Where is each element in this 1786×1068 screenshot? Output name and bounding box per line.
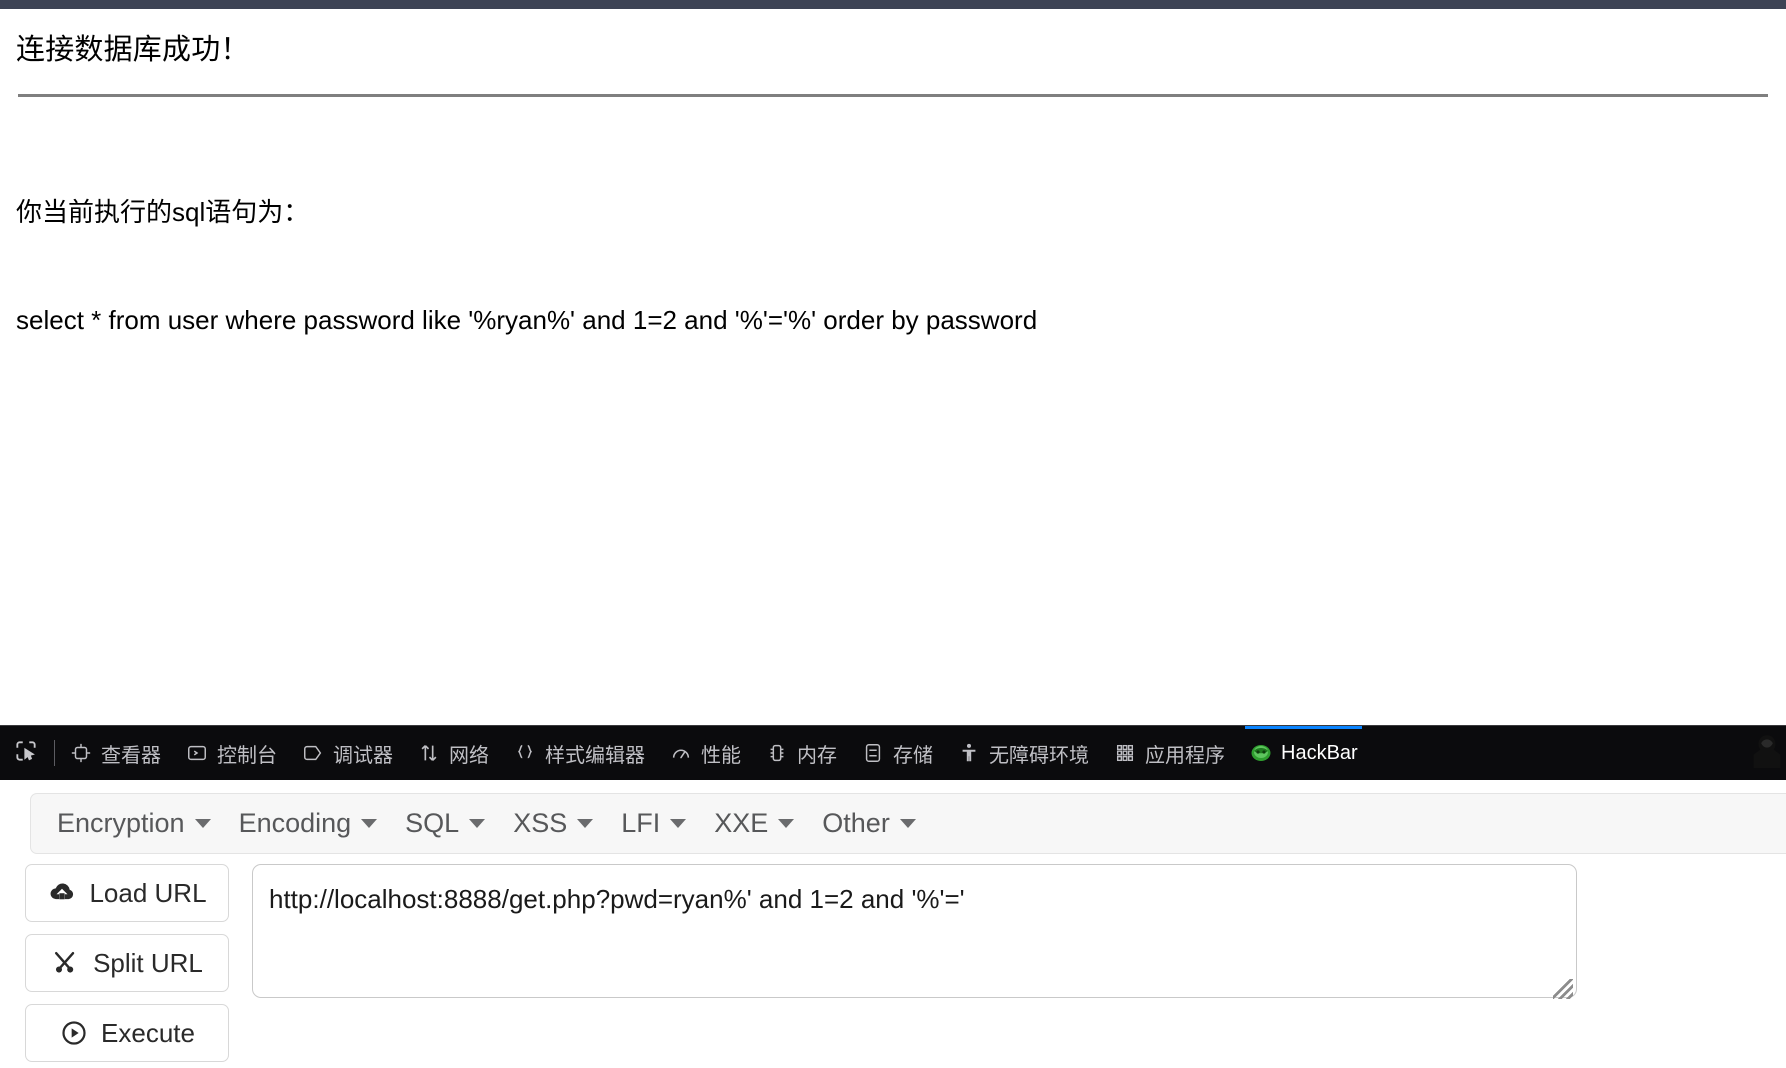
devtools-tab-debugger[interactable]: 调试器 [289,726,405,780]
devtools-tab-performance[interactable]: 性能 [657,726,753,780]
network-icon [417,741,441,765]
application-icon [1113,741,1137,765]
chevron-down-icon [361,819,378,828]
console-icon [185,741,209,765]
accessibility-icon [957,741,981,765]
hackbar-menu-label: XSS [513,808,568,838]
hackbar-menu-label: LFI [621,808,661,838]
hackbar-logo-icon [1249,741,1273,765]
devtools-tab-network[interactable]: 网络 [405,726,501,780]
devtools-tab-label: HackBar [1281,741,1358,764]
chevron-down-icon [899,819,916,828]
element-picker-icon [13,738,39,769]
debugger-icon [301,741,325,765]
inspector-icon [69,741,93,765]
hackbar-menu-xss[interactable]: XSS [501,802,605,845]
devtools-tab-memory[interactable]: 内存 [753,726,849,780]
chevron-down-icon [469,819,486,828]
play-circle-icon [59,1018,89,1048]
devtools-tab-list: 查看器 控制台 调试器 网络 样式编辑器 性能 内存 存储 无障碍环境 应用程序… [57,726,1752,780]
scissors-icon [51,948,81,978]
devtools-tab-label: 无障碍环境 [989,744,1089,767]
hacker-hoodie-icon[interactable] [1752,734,1782,773]
hackbar-menu-label: Encryption [57,808,185,838]
execute-button[interactable]: Execute [25,1004,229,1062]
toolbar-separator [54,740,55,766]
devtools-tab-label: 查看器 [101,744,161,767]
devtools-tab-label: 网络 [449,744,489,767]
hackbar-button-label: Execute [101,1017,195,1048]
devtools-tab-accessibility[interactable]: 无障碍环境 [945,726,1101,780]
hackbar-body: Load URL Split URL Execute http://localh… [0,864,1786,1062]
devtools-right-actions [1752,726,1786,780]
memory-icon [765,741,789,765]
devtools-tab-label: 性能 [701,744,741,767]
chevron-down-icon [778,819,795,828]
hackbar-menu-label: Encoding [238,808,352,838]
element-picker-button[interactable] [0,726,52,780]
page-content: 连接数据库成功！ 你当前执行的sql语句为： select * from use… [0,9,1786,725]
url-input[interactable] [252,864,1577,998]
devtools-toolbar: 查看器 控制台 调试器 网络 样式编辑器 性能 内存 存储 无障碍环境 应用程序… [0,725,1786,780]
devtools-tab-storage[interactable]: 存储 [849,726,945,780]
hackbar-button-label: Load URL [89,877,207,908]
devtools-tab-label: 内存 [797,744,837,767]
cloud-download-icon [47,878,77,908]
devtools-tab-label: 调试器 [333,744,393,767]
chevron-down-icon [670,819,687,828]
hackbar-menu-other[interactable]: Other [810,802,928,845]
devtools-tab-hackbar[interactable]: HackBar [1237,726,1370,780]
hackbar-menu-sql[interactable]: SQL [393,802,497,845]
browser-chrome-strip [0,0,1786,9]
devtools-tab-label: 应用程序 [1145,744,1225,767]
hackbar-menu-encryption[interactable]: Encryption [45,802,223,845]
devtools-tab-label: 存储 [893,744,933,767]
hackbar-menu-encoding[interactable]: Encoding [227,802,390,845]
sql-output-block: 你当前执行的sql语句为： select * from user where p… [16,123,1770,410]
hackbar-menu-xxe[interactable]: XXE [702,802,806,845]
split-url-button[interactable]: Split URL [25,934,229,992]
hackbar-panel: Encryption Encoding SQL XSS LFI XXE Othe… [0,780,1786,1068]
devtools-tab-inspector[interactable]: 查看器 [57,726,173,780]
load-url-button[interactable]: Load URL [25,864,229,922]
hackbar-menu-label: XXE [714,808,769,838]
devtools-tab-console[interactable]: 控制台 [173,726,289,780]
hackbar-menubar: Encryption Encoding SQL XSS LFI XXE Othe… [30,793,1786,854]
hackbar-menu-label: Other [822,808,890,838]
sql-statement-text: select * from user where password like '… [16,304,1038,335]
style-editor-icon [513,741,537,765]
hackbar-action-buttons: Load URL Split URL Execute [25,864,229,1062]
devtools-tab-label: 控制台 [217,744,277,767]
storage-icon [861,741,885,765]
hackbar-menu-lfi[interactable]: LFI [609,802,698,845]
hackbar-button-label: Split URL [93,947,203,978]
sql-intro-label: 你当前执行的sql语句为： [16,197,310,227]
devtools-tab-application[interactable]: 应用程序 [1101,726,1237,780]
url-textarea-wrapper [252,864,1577,1003]
chevron-down-icon [577,819,594,828]
hackbar-menu-label: SQL [405,808,460,838]
chevron-down-icon [194,819,211,828]
performance-icon [669,741,693,765]
devtools-tab-label: 样式编辑器 [545,744,645,767]
page-title: 连接数据库成功！ [16,34,250,66]
devtools-tab-style-editor[interactable]: 样式编辑器 [501,726,657,780]
horizontal-divider [18,94,1768,98]
